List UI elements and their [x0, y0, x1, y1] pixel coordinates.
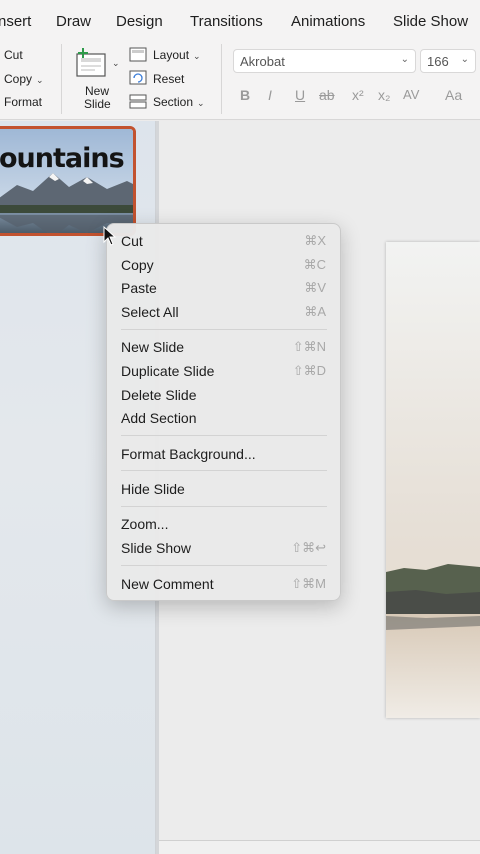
section-icon [129, 94, 147, 109]
change-case-button[interactable]: Aa [445, 87, 462, 103]
menu-separator [121, 435, 327, 436]
slide-thumbnail-1[interactable]: ountains [0, 126, 136, 236]
current-slide[interactable] [386, 242, 480, 718]
chevron-down-icon[interactable]: ⌄ [112, 58, 120, 69]
menu-item-label: New Slide [121, 339, 185, 355]
menu-item-label: Select All [121, 304, 179, 320]
menu-item-label: Hide Slide [121, 481, 185, 497]
chevron-down-icon: ⌄ [36, 75, 44, 85]
menu-item-select-all[interactable]: Select All ⌘A [107, 301, 340, 323]
menu-separator [121, 329, 327, 330]
menu-separator [121, 506, 327, 507]
reset-icon [129, 70, 147, 85]
copy-button[interactable]: Copy ⌄ [4, 72, 44, 86]
menu-item-label: Copy [121, 257, 154, 273]
subscript-button[interactable]: x₂ [378, 87, 390, 103]
menu-item-new-comment[interactable]: New Comment ⇧⌘M [107, 573, 340, 595]
reset-button[interactable]: Reset [153, 72, 184, 86]
menu-item-copy[interactable]: Copy ⌘C [107, 254, 340, 276]
chevron-down-icon: ⌄ [400, 54, 409, 65]
strikethrough-button[interactable]: ab [319, 87, 335, 103]
menu-item-label: Zoom... [121, 516, 169, 532]
new-slide-icon [76, 48, 106, 77]
menu-item-shortcut: ⌘V [304, 280, 326, 295]
menu-item-slide-show[interactable]: Slide Show ⇧⌘↩ [107, 537, 340, 559]
menu-item-duplicate-slide[interactable]: Duplicate Slide ⇧⌘D [107, 360, 340, 382]
chevron-down-icon: ⌄ [193, 51, 201, 61]
format-label: Format [4, 95, 43, 109]
menu-item-label: New Comment [121, 576, 214, 592]
menu-item-shortcut: ⌘X [304, 233, 326, 248]
menu-item-hide-slide[interactable]: Hide Slide [107, 478, 340, 500]
menu-item-label: Cut [121, 233, 143, 249]
font-size-select[interactable]: 166 ⌄ [420, 49, 476, 73]
character-spacing-button[interactable]: AV [403, 87, 419, 102]
copy-label: Copy [4, 72, 33, 86]
layout-icon [129, 47, 147, 62]
ribbon-divider [221, 44, 222, 114]
slide-title-thumbnail: ountains [0, 143, 125, 174]
mouse-pointer-icon [103, 226, 117, 246]
layout-button[interactable]: Layout ⌄ [153, 48, 201, 62]
slide-landscape-image [386, 242, 480, 718]
ribbon-divider [61, 44, 62, 114]
menu-separator [121, 470, 327, 471]
menu-item-shortcut: ⌘A [304, 304, 326, 319]
italic-button[interactable]: I [268, 87, 272, 103]
menu-item-shortcut: ⇧⌘M [291, 576, 326, 591]
menu-item-shortcut: ⇧⌘D [292, 363, 326, 378]
cut-button[interactable]: Cut [4, 48, 23, 62]
underline-button[interactable]: U [295, 87, 305, 103]
section-button[interactable]: Section ⌄ [153, 95, 205, 109]
notes-bar[interactable] [159, 840, 480, 854]
new-slide-label-2: Slide [84, 97, 111, 111]
chevron-down-icon: ⌄ [197, 98, 205, 108]
cut-label: Cut [4, 48, 23, 62]
menu-item-zoom[interactable]: Zoom... [107, 513, 340, 535]
tab-draw[interactable]: Draw [56, 13, 91, 30]
tab-transitions[interactable]: Transitions [190, 13, 263, 30]
reset-label: Reset [153, 72, 185, 86]
menu-item-shortcut: ⇧⌘N [292, 339, 326, 354]
menu-item-label: Format Background... [121, 446, 256, 462]
chevron-down-icon: ⌄ [460, 54, 469, 65]
ribbon-tab-bar: nsert Draw Design Transitions Animations… [0, 0, 480, 40]
menu-item-shortcut: ⇧⌘↩ [291, 540, 326, 555]
font-size-value: 166 [427, 54, 449, 69]
menu-item-shortcut: ⌘C [303, 257, 326, 272]
tab-design[interactable]: Design [116, 13, 163, 30]
format-painter-button[interactable]: Format [4, 95, 42, 109]
tab-slide-show[interactable]: Slide Show [393, 13, 468, 30]
slide-context-menu: Cut ⌘X Copy ⌘C Paste ⌘V Select All ⌘A New Sl… [106, 223, 341, 601]
bold-button[interactable]: B [240, 87, 250, 103]
menu-item-paste[interactable]: Paste ⌘V [107, 277, 340, 299]
menu-item-label: Duplicate Slide [121, 363, 215, 379]
ribbon-toolbar: Cut Copy ⌄ Format ⌄ New Slide Layout ⌄ Res… [0, 40, 480, 120]
tab-animations[interactable]: Animations [291, 13, 365, 30]
menu-item-format-background[interactable]: Format Background... [107, 443, 340, 465]
layout-label: Layout [153, 48, 190, 62]
menu-item-new-slide[interactable]: New Slide ⇧⌘N [107, 336, 340, 358]
font-name-value: Akrobat [240, 54, 285, 69]
superscript-button[interactable]: x² [352, 87, 364, 103]
new-slide-label-1: New [85, 84, 110, 98]
menu-item-add-section[interactable]: Add Section [107, 407, 340, 429]
menu-item-label: Add Section [121, 410, 197, 426]
menu-separator [121, 565, 327, 566]
menu-item-cut[interactable]: Cut ⌘X [107, 230, 340, 252]
section-label: Section [153, 95, 194, 109]
menu-item-label: Slide Show [121, 540, 192, 556]
menu-item-label: Delete Slide [121, 387, 197, 403]
menu-item-label: Paste [121, 280, 157, 296]
menu-item-delete-slide[interactable]: Delete Slide [107, 384, 340, 406]
tab-insert[interactable]: nsert [0, 13, 31, 30]
font-name-select[interactable]: Akrobat ⌄ [233, 49, 416, 73]
